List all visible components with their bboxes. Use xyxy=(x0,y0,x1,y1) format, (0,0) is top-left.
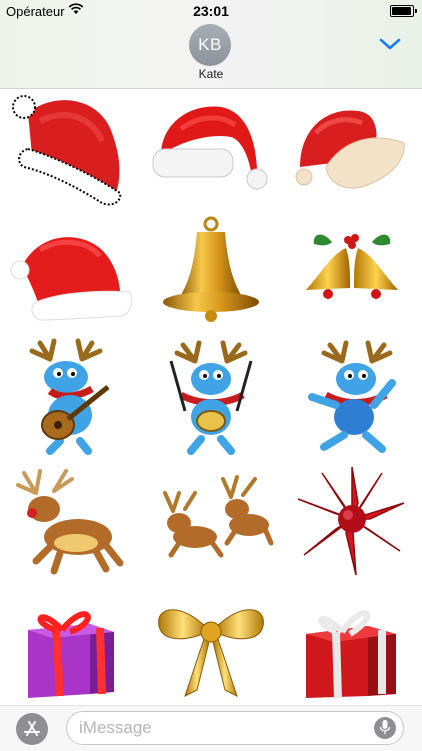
message-input-bar xyxy=(0,705,422,751)
microphone-icon xyxy=(379,720,391,734)
sticker-santa-hat-fluffy[interactable] xyxy=(0,89,141,212)
sticker-red-gift-bow[interactable] xyxy=(281,459,422,582)
sticker-gold-ribbon-bow[interactable] xyxy=(141,582,282,705)
sticker-reindeer-drummer[interactable] xyxy=(141,335,282,458)
santa-hat-icon xyxy=(295,110,405,189)
clock-time: 23:01 xyxy=(193,3,229,19)
gift-bow-icon xyxy=(297,466,404,575)
sticker-grid xyxy=(0,89,422,705)
reindeer-icon xyxy=(307,340,396,454)
app-store-button[interactable] xyxy=(16,713,48,745)
reindeer-icon xyxy=(29,338,110,456)
sticker-santa-hat-cream-band[interactable] xyxy=(281,89,422,212)
sticker-reindeer-guitar[interactable] xyxy=(0,335,141,458)
santa-hat-icon xyxy=(10,237,133,321)
microphone-button[interactable] xyxy=(374,717,396,739)
collapse-button[interactable] xyxy=(378,36,402,52)
sticker-purple-gift-box[interactable] xyxy=(0,582,141,705)
sticker-reindeer-dancing[interactable] xyxy=(281,335,422,458)
ribbon-bow-icon xyxy=(158,609,264,697)
jingle-bells-icon xyxy=(305,234,398,300)
santa-hat-icon xyxy=(12,95,122,206)
sticker-two-reindeer-running[interactable] xyxy=(141,459,282,582)
imessage-input[interactable] xyxy=(66,711,404,745)
app-store-icon xyxy=(24,721,40,736)
reindeer-icon xyxy=(162,474,274,558)
reindeer-icon xyxy=(169,340,253,456)
contact-avatar[interactable]: KB xyxy=(189,24,231,66)
sticker-reindeer-leaping[interactable] xyxy=(0,459,141,582)
gift-box-icon xyxy=(305,610,396,699)
sticker-santa-hat-white-band[interactable] xyxy=(141,89,282,212)
contact-name[interactable]: Kate xyxy=(0,67,422,81)
status-bar: Opérateur 23:01 xyxy=(0,0,422,22)
chevron-down-icon xyxy=(379,38,401,50)
conversation-header: Opérateur 23:01 KB Kate xyxy=(0,0,422,89)
sticker-jingle-bells-holly[interactable] xyxy=(281,212,422,335)
gift-box-icon xyxy=(28,611,115,698)
reindeer-icon xyxy=(16,468,124,575)
sticker-santa-hat-side[interactable] xyxy=(0,212,141,335)
sticker-golden-bell[interactable] xyxy=(141,212,282,335)
battery-icon xyxy=(390,5,417,17)
santa-hat-icon xyxy=(152,106,268,190)
sticker-red-gift-box[interactable] xyxy=(281,582,422,705)
bell-icon xyxy=(162,216,259,323)
